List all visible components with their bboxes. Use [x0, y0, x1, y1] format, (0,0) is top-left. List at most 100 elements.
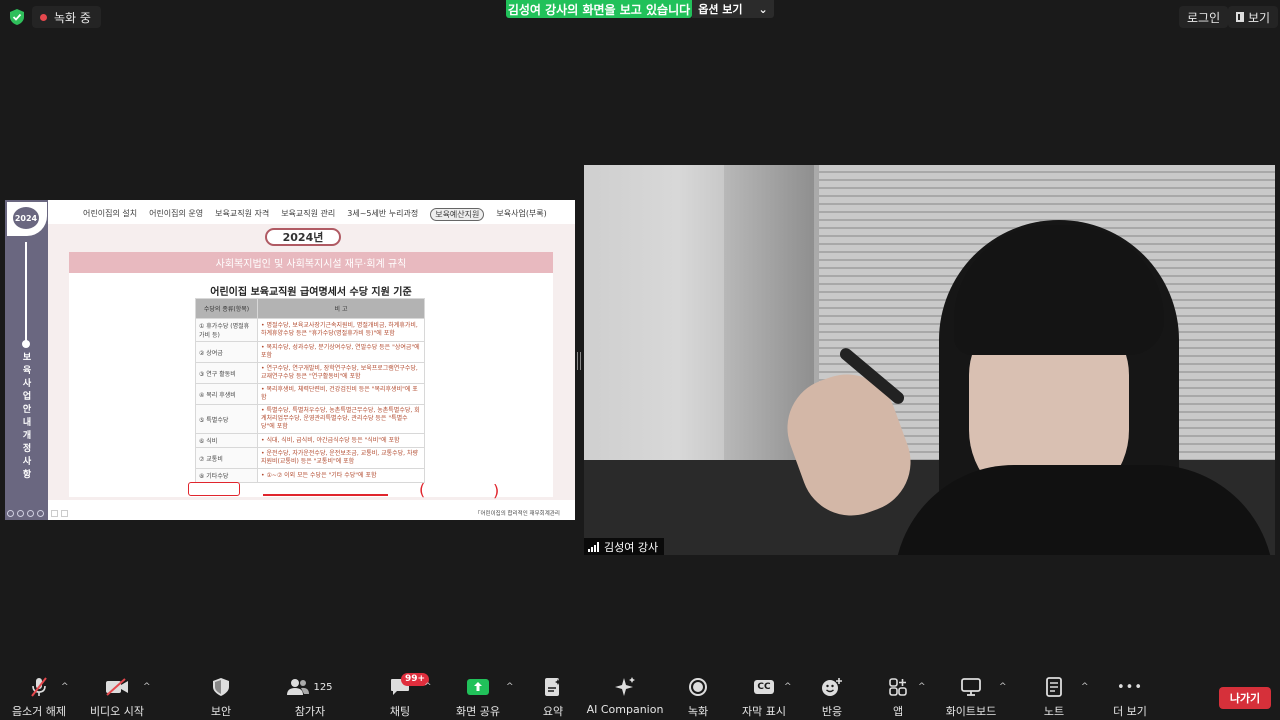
table-row: ⑦ 교통비 • 운전수당, 자가운전수당, 운전보조금, 교통비, 교통수당, 차… [195, 447, 425, 469]
participant-name-tag: 김성여 강사 [584, 538, 665, 555]
table-row: ⑧ 기타수당 • ①~⑦ 이외 모든 수당은 "기타 수당"에 포함 [195, 468, 425, 483]
shield-icon [213, 678, 229, 696]
leave-button[interactable]: 나가기 [1219, 687, 1271, 709]
slide-sidebar: 2024 보육사업안내개정사항 [5, 200, 48, 520]
participants-label: 참가자 [294, 705, 326, 718]
layout-view-icon [1236, 12, 1244, 22]
apps-button[interactable]: 앱 [886, 675, 910, 720]
record-icon [689, 678, 707, 696]
view-options-label: 옵션 보기 [698, 3, 743, 16]
whiteboard-options-caret[interactable]: ^ [999, 682, 1007, 692]
participants-button[interactable]: 125 참가자 [283, 675, 337, 720]
reactions-button[interactable]: 반응 [817, 675, 847, 720]
nav-item: 보육사업(부록) [496, 209, 547, 218]
apps-label: 앱 [892, 705, 904, 718]
apps-options-caret[interactable]: ^ [918, 682, 926, 692]
reaction-icon [822, 678, 842, 696]
slide-tools[interactable] [7, 510, 44, 517]
tool-icon[interactable] [37, 510, 44, 517]
card-title: 어린이집 보육교직원 급여명세서 수당 지원 기준 [210, 287, 412, 298]
captions-label: 자막 표시 [742, 705, 786, 718]
resize-splitter[interactable] [577, 352, 581, 370]
chat-options-caret[interactable]: ^ [424, 682, 432, 692]
slide-controls[interactable] [51, 510, 68, 517]
tool-icon[interactable] [7, 510, 14, 517]
sidebar-dot [22, 340, 30, 348]
notes-button[interactable]: 노트 [1040, 675, 1068, 720]
more-button[interactable]: ••• 더 보기 [1110, 675, 1150, 720]
ai-companion-label: AI Companion [586, 703, 664, 716]
allowance-table: 수당의 종류(항목) 비 고 ① 휴가수당 (명절휴가비 등) • 명절수당, 보… [195, 298, 425, 483]
slide-footer-note: 「어린이집의 합리적인 재무회계관리 [475, 511, 560, 517]
year-badge: 2024 [13, 207, 39, 229]
captions-options-caret[interactable]: ^ [784, 682, 792, 692]
unmute-button[interactable]: 음소거 해제 [10, 675, 68, 720]
table-header: 수당의 종류(항목) [195, 298, 258, 319]
slide-nav: 어린이집의 설치 어린이집의 운영 보육교직원 자격 보육교직원 관리 3세~5… [83, 208, 547, 221]
unmute-label: 음소거 해제 [11, 705, 67, 718]
chevron-down-icon: ⌄ [758, 2, 768, 16]
start-video-button[interactable]: 비디오 시작 [88, 675, 146, 720]
security-button[interactable]: 보안 [200, 675, 242, 720]
table-cell-desc: • ①~⑦ 이외 모든 수당은 "기타 수당"에 포함 [257, 468, 425, 483]
nav-item: 3세~5세반 누리과정 [347, 209, 419, 218]
more-icon: ••• [1116, 679, 1143, 695]
table-cell-desc: • 명절수당, 보육교사장기근속지원비, 명절개비금, 하계휴가비, 하계휴양수… [257, 318, 425, 342]
table-row: ① 휴가수당 (명절휴가비 등) • 명절수당, 보육교사장기근속지원비, 명절개… [195, 318, 425, 342]
notes-options-caret[interactable]: ^ [1081, 682, 1089, 692]
view-button[interactable]: 보기 [1228, 6, 1279, 28]
table-cell-type: ⑥ 식비 [195, 433, 258, 448]
apps-icon [889, 678, 907, 696]
chat-label: 채팅 [389, 705, 411, 718]
table-cell-desc: • 특별수당, 특별처우수당, 농촌특별근무수당, 농촌특별수당, 회계처리업무… [257, 404, 425, 434]
table-cell-type: ④ 복리 후생비 [195, 383, 258, 405]
table-cell-type: ② 상여금 [195, 341, 258, 363]
view-options-button[interactable]: 옵션 보기 ⌄ [692, 0, 774, 18]
ai-companion-button[interactable]: AI Companion [587, 675, 663, 720]
nav-item: 어린이집의 설치 [83, 209, 138, 218]
share-screen-button[interactable]: 화면 공유 [455, 675, 501, 720]
notes-icon [1046, 677, 1062, 697]
summary-icon [545, 678, 561, 696]
summary-button[interactable]: 요약 [538, 675, 568, 720]
start-video-label: 비디오 시작 [89, 705, 145, 718]
table-cell-type: ⑤ 특별수당 [195, 404, 258, 434]
slide-control-icon[interactable] [51, 510, 58, 517]
notes-label: 노트 [1043, 705, 1065, 718]
sidebar-line [25, 242, 27, 342]
annotation-underline [263, 494, 388, 496]
audio-options-caret[interactable]: ^ [61, 682, 69, 692]
table-cell-desc: • 복리후생비, 체력단련비, 건강검진비 등은 "복리후생비"에 포함 [257, 383, 425, 405]
table-header: 비 고 [257, 298, 425, 319]
table-cell-desc: • 연구수당, 연구개발비, 장학연구수당, 보육프로그램연구수당, 교재연구수… [257, 362, 425, 384]
record-button[interactable]: 녹화 [683, 675, 713, 720]
signal-strength-icon [588, 541, 599, 552]
year-pill: 2024년 [265, 228, 341, 246]
table-cell-type: ① 휴가수당 (명절휴가비 등) [195, 318, 258, 342]
tool-icon[interactable] [17, 510, 24, 517]
more-label: 더 보기 [1113, 705, 1147, 718]
login-button[interactable]: 로그인 [1179, 6, 1229, 28]
nav-item: 어린이집의 운영 [149, 209, 204, 218]
chat-button[interactable]: 99+ 채팅 [382, 673, 430, 720]
table-cell-desc: • 식대, 식비, 급식비, 야간급식수당 등은 "식비"에 포함 [257, 433, 425, 448]
cc-icon: CC [754, 680, 774, 694]
share-options-caret[interactable]: ^ [506, 682, 514, 692]
recording-indicator[interactable]: 녹화 중 [32, 6, 101, 28]
video-options-caret[interactable]: ^ [143, 682, 151, 692]
slide-header: 사회복지법인 및 사회복지시설 재무·회계 규칙 [69, 252, 553, 273]
table-row: ⑤ 특별수당 • 특별수당, 특별처우수당, 농촌특별근무수당, 농촌특별수당, … [195, 404, 425, 434]
slide-control-icon[interactable] [61, 510, 68, 517]
nav-item-active: 보육예산지원 [430, 208, 485, 221]
table-row: ③ 연구 활동비 • 연구수당, 연구개발비, 장학연구수당, 보육프로그램연구수… [195, 362, 425, 384]
slide-card: 어린이집 보육교직원 급여명세서 수당 지원 기준 수당의 종류(항목) 비 고… [69, 273, 553, 497]
whiteboard-button[interactable]: 화이트보드 [940, 675, 1002, 720]
annotation-paren-right: ) [493, 481, 500, 500]
participant-video[interactable]: 김성여 강사 [584, 165, 1275, 555]
security-shield-icon[interactable] [10, 9, 24, 25]
shared-screen: 2024 보육사업안내개정사항 어린이집의 설치 어린이집의 운영 보육교직원 … [5, 200, 575, 520]
meeting-toolbar: 음소거 해제 ^ 비디오 시작 ^ 보안 125 참가자 99+ 채팅 ^ 화면… [0, 673, 1280, 720]
tool-icon[interactable] [27, 510, 34, 517]
table-cell-type: ③ 연구 활동비 [195, 362, 258, 384]
captions-button[interactable]: CC 자막 표시 [741, 675, 787, 720]
